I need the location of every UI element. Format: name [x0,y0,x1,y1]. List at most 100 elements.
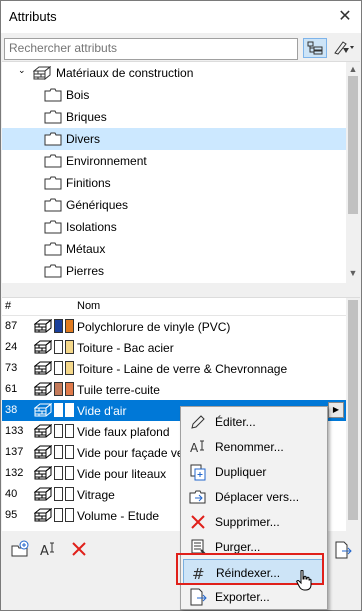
menu-item-label: Renommer... [215,440,284,454]
chevron-down-icon[interactable]: ⌄ [18,65,26,76]
cut-fill-swatch [54,403,63,417]
column-name[interactable]: Nom [77,300,100,312]
tree-item-label: Génériques [66,198,129,212]
folder-icon [44,132,62,146]
surface-swatch [65,361,74,375]
tree-item[interactable]: Isolations [2,216,346,238]
list-row[interactable]: 61 Tuile terre-cuite [2,379,346,400]
attribute-tree[interactable]: ⌄ Matériaux de construction Bois Briques D… [2,61,360,283]
row-name: Polychlorure de vinyle (PVC) [77,320,231,334]
rename-icon: A [190,440,204,455]
row-name: Toiture - Bac acier [77,341,174,355]
folder-icon [44,176,62,190]
material-icon [33,360,53,375]
surface-swatch [65,319,74,333]
tree-item-label: Finitions [66,176,111,190]
tree-scroll-thumb[interactable] [348,76,358,214]
tree-item[interactable]: Métaux [2,238,346,260]
row-name: Vide faux plafond [77,425,170,439]
row-index: 137 [5,446,24,458]
tree-scrollbar[interactable]: ▲ ▼ [346,62,360,283]
tree-item[interactable]: Pierres [2,260,346,282]
row-index: 61 [5,383,18,395]
row-name: Toiture - Laine de verre & Chevronnage [77,362,288,376]
list-header: # Nom [2,298,346,316]
cut-fill-swatch [54,340,63,354]
tree-item[interactable]: Finitions [2,172,346,194]
tree-parent-label: Matériaux de construction [56,66,194,80]
menu-item[interactable]: Supprimer... [183,509,323,534]
tree-item-label: Bois [66,88,90,102]
list-scroll-thumb[interactable] [348,300,358,520]
folder-icon [44,88,62,102]
search-input[interactable] [5,39,295,57]
surface-swatch [65,487,74,501]
building-materials-icon [33,66,51,80]
cut-fill-swatch [54,382,63,396]
cut-fill-swatch [54,361,63,375]
delete-button[interactable] [68,540,90,560]
tree-item[interactable]: Briques [2,106,346,128]
tree-parent-row[interactable]: ⌄ Matériaux de construction [2,62,346,84]
menu-item[interactable]: Déplacer vers... [183,484,323,509]
menu-item[interactable]: A Renommer... [183,434,323,459]
folder-icon [44,198,62,212]
submenu-arrow-icon[interactable]: ▶ [328,402,344,418]
surface-swatch [65,382,74,396]
surface-swatch [65,445,74,459]
tree-item[interactable]: Bois [2,84,346,106]
list-row[interactable]: 87 Polychlorure de vinyle (PVC) [2,316,346,337]
row-name: Vide pour liteaux [77,467,167,481]
filter-pencil-icon [334,41,354,55]
row-index: 87 [5,320,18,332]
filter-menu-button[interactable] [331,38,355,58]
delete-x-icon [191,515,205,529]
row-index: 38 [5,404,18,416]
tree-item[interactable]: Environnement [2,150,346,172]
row-name: Tuile terre-cuite [77,383,160,397]
menu-item-label: Dupliquer [215,465,267,479]
tree-view-button[interactable] [303,38,327,58]
rename-icon: A [40,542,54,559]
cut-fill-swatch [54,424,63,438]
row-name: Vide pour façade ver [77,446,188,460]
folder-icon [44,154,62,168]
cut-fill-swatch [54,466,63,480]
list-scrollbar[interactable] [346,298,360,531]
tree-item[interactable]: Divers [2,128,346,150]
material-icon [33,465,53,480]
material-icon [33,486,53,501]
folder-icon [44,264,62,278]
menu-item-label: Déplacer vers... [215,490,300,504]
tree-item-label: Divers [66,132,101,146]
new-folder-icon [11,540,29,557]
svg-text:A: A [40,544,49,558]
rename-button[interactable]: A [38,540,60,560]
scroll-down-icon[interactable]: ▼ [345,268,360,278]
tree-item-label: Isolations [66,220,117,234]
cut-fill-swatch [54,319,63,333]
surface-swatch [65,340,74,354]
move-folder-icon [189,490,206,504]
tree-item-label: Briques [66,110,107,124]
list-row[interactable]: 73 Toiture - Laine de verre & Chevronnage [2,358,346,379]
scroll-up-icon[interactable]: ▲ [345,64,360,74]
list-row[interactable]: 24 Toiture - Bac acier [2,337,346,358]
column-index[interactable]: # [5,300,11,312]
menu-item[interactable]: Dupliquer [183,459,323,484]
new-attribute-button[interactable] [9,540,31,560]
title-bar: Attributs ✕ [1,1,361,33]
row-index: 132 [5,467,24,479]
menu-item-label: Éditer... [215,415,256,429]
material-icon [33,402,53,417]
surface-swatch [65,424,74,438]
tree-item-label: Pierres [66,264,105,278]
menu-item[interactable]: Éditer... [183,409,323,434]
material-icon [33,381,53,396]
row-index: 40 [5,488,18,500]
search-field[interactable] [4,38,298,60]
close-icon[interactable]: ✕ [329,1,361,33]
delete-x-icon [72,542,86,556]
tree-item[interactable]: Génériques [2,194,346,216]
export-button[interactable] [332,540,354,560]
